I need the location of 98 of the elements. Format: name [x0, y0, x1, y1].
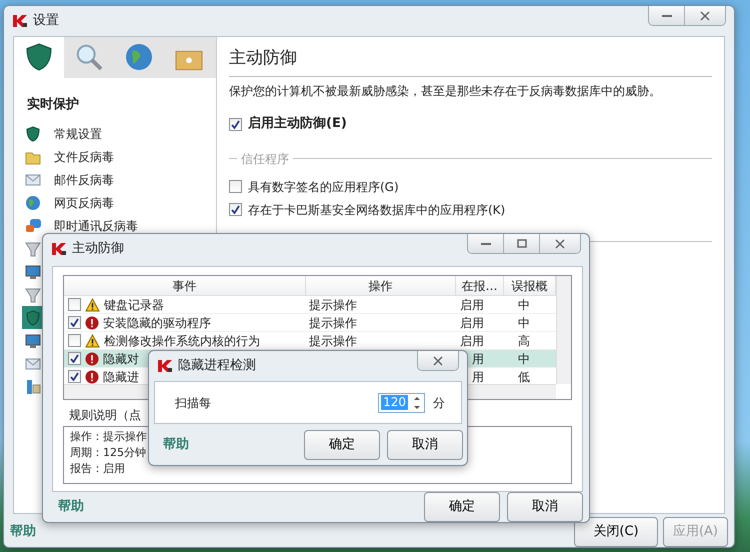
column-header[interactable]: 操作: [306, 276, 456, 295]
sidebar-item[interactable]: 邮件反病毒: [54, 170, 114, 189]
error-icon: [85, 316, 99, 330]
table-cell: 中: [518, 352, 530, 366]
sidebar-item[interactable]: 网页反病毒: [54, 194, 114, 212]
close-button[interactable]: [540, 234, 580, 253]
table-cell: 启用: [460, 334, 484, 348]
field-label: 报告：: [70, 462, 103, 475]
table-cell: 启用: [460, 298, 484, 312]
vertical-scrollbar[interactable]: [556, 276, 571, 384]
close-icon: [700, 10, 710, 20]
table-cell-text: 隐藏对: [103, 350, 139, 368]
checkbox[interactable]: [68, 334, 81, 347]
app-logo-icon: [51, 242, 67, 256]
table-cell: 提示操作: [309, 334, 357, 348]
table-cell: 提示操作: [309, 316, 357, 330]
help-link[interactable]: 帮助: [58, 497, 84, 517]
table-cell: 高: [518, 334, 530, 348]
sidebar-item[interactable]: 即时通讯反病毒: [54, 216, 138, 235]
section-title: 主动防御: [229, 36, 712, 78]
globe-icon: [125, 43, 153, 72]
checkbox[interactable]: [68, 352, 81, 365]
error-icon: [85, 352, 99, 366]
minimize-button[interactable]: [649, 6, 685, 25]
table-cell: 用: [472, 370, 484, 384]
app-logo-icon: [12, 14, 28, 28]
field-label: 操作：: [70, 430, 103, 443]
checkmark-icon: [231, 120, 240, 129]
field-label: 周期：: [70, 446, 103, 459]
minimize-icon: [662, 14, 672, 16]
sidebar-item[interactable]: 文件反病毒: [54, 148, 114, 166]
rule-link[interactable]: 启用: [103, 462, 125, 475]
checkmark-icon: [70, 318, 79, 327]
help-link[interactable]: 帮助: [163, 434, 189, 454]
maximize-icon: [516, 238, 526, 248]
checkbox[interactable]: [68, 298, 81, 311]
checkbox[interactable]: [68, 316, 81, 329]
table-cell: 低: [518, 370, 530, 384]
caption-text: 规则说明（点: [69, 407, 141, 424]
checkbox[interactable]: [229, 118, 242, 131]
minimize-button[interactable]: [468, 234, 504, 253]
window-title: 设置: [33, 12, 59, 30]
column-header[interactable]: 事件: [64, 276, 306, 295]
shield-icon: [25, 126, 41, 142]
field-label: 扫描每: [175, 394, 211, 412]
close-button[interactable]: [685, 6, 725, 25]
minimize-icon: [480, 242, 490, 244]
table-cell-text: 隐藏进: [103, 368, 139, 384]
shield-icon: [25, 43, 53, 72]
checkbox-label: 具有数字签名的应用程序(G): [248, 178, 399, 196]
section-heading: 实时保护: [26, 96, 80, 114]
table-cell: 中: [518, 316, 530, 330]
close-button[interactable]: [418, 351, 458, 370]
rule-link[interactable]: 提示操作: [103, 430, 147, 443]
window-title: 隐藏进程检测: [178, 357, 256, 376]
chat-icon: [25, 218, 41, 234]
table-cell: 启用: [460, 316, 484, 330]
warning-icon: [85, 334, 100, 348]
error-icon: [85, 370, 99, 384]
dialog-button[interactable]: 关闭(C): [574, 517, 658, 547]
app-logo-icon: [157, 359, 173, 373]
table-cell-text: 安装隐藏的驱动程序: [103, 314, 211, 332]
dialog-button[interactable]: 确定: [424, 492, 500, 522]
table-cell: 用: [472, 352, 484, 366]
column-header[interactable]: 在报…: [456, 276, 504, 295]
tab[interactable]: [14, 36, 64, 78]
sidebar-item[interactable]: 常规设置: [54, 124, 102, 143]
network-icon: [25, 378, 41, 395]
warning-icon: [85, 298, 100, 312]
monitor-icon: [25, 332, 41, 349]
table-cell: 提示操作: [309, 298, 357, 312]
checkbox-label: 启用主动防御(E): [248, 114, 347, 134]
table-cell-text: 键盘记录器: [104, 296, 164, 314]
close-icon: [555, 238, 565, 248]
dialog-button[interactable]: 取消: [507, 492, 583, 522]
globe-icon: [25, 194, 41, 211]
checkmark-icon: [231, 205, 240, 214]
shield-icon: [25, 310, 41, 326]
table-cell: 中: [518, 298, 530, 312]
maximize-button[interactable]: [504, 234, 540, 253]
rule-link[interactable]: 125分钟: [103, 446, 146, 459]
envelope-icon: [25, 172, 41, 188]
sidebar-item[interactable]: [22, 306, 44, 330]
close-icon: [433, 356, 443, 366]
group-title: 信任程序: [241, 150, 289, 168]
help-link[interactable]: 帮助: [10, 522, 36, 542]
search-icon: [75, 43, 103, 72]
checkbox[interactable]: [229, 180, 242, 194]
monitor-icon: [25, 264, 41, 280]
description-text: 保护您的计算机不被最新威胁感染，甚至是那些未存在于反病毒数据库中的威胁。: [229, 83, 662, 100]
checkbox[interactable]: [229, 203, 242, 216]
checkbox[interactable]: [68, 370, 81, 383]
dialog-button[interactable]: 确定: [304, 430, 380, 460]
unit-label: 分: [433, 394, 445, 412]
checkbox-label: 存在于卡巴斯基安全网络数据库中的应用程序(K): [248, 202, 506, 219]
table-cell-text: 检测修改操作系统内核的行为: [104, 332, 260, 350]
dialog-button[interactable]: 取消: [387, 430, 463, 460]
window-title: 主动防御: [72, 240, 124, 258]
